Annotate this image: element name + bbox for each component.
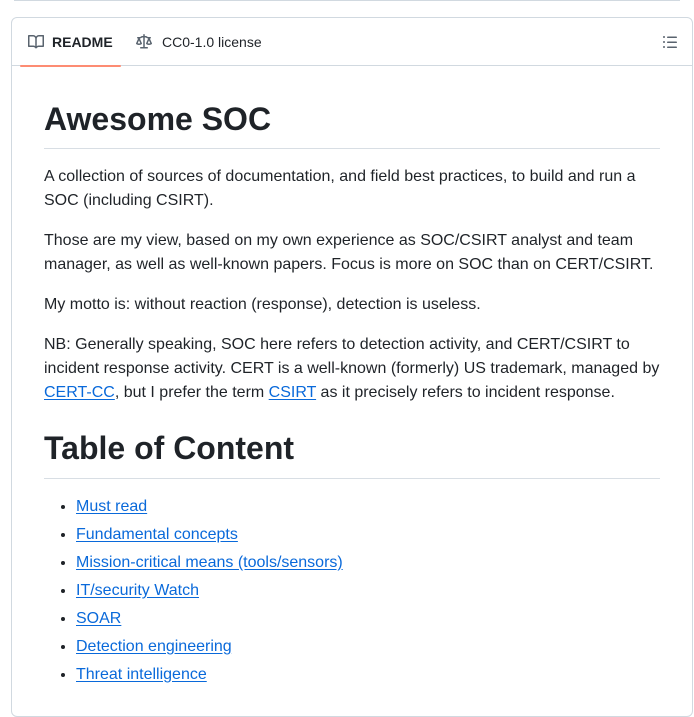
list-item: SOAR [76, 607, 660, 631]
toc-link-threat-intelligence[interactable]: Threat intelligence [76, 666, 207, 683]
readme-tabbar: README CC0-1.0 license [12, 18, 692, 67]
list-unordered-icon [662, 36, 678, 54]
list-item: IT/security Watch [76, 579, 660, 603]
list-item: Fundamental concepts [76, 523, 660, 547]
heading-table-of-content: Table of Content [44, 429, 660, 479]
toc-link-fundamental-concepts[interactable]: Fundamental concepts [76, 526, 238, 543]
tab-license[interactable]: CC0-1.0 license [136, 18, 262, 66]
list-item: Detection engineering [76, 635, 660, 659]
list-item: Threat intelligence [76, 663, 660, 687]
toc-link-it-security-watch[interactable]: IT/security Watch [76, 582, 199, 599]
book-icon [28, 34, 44, 50]
list-item: Must read [76, 495, 660, 519]
toc-link-soar[interactable]: SOAR [76, 610, 121, 627]
tab-readme[interactable]: README [20, 18, 121, 67]
intro-paragraph: A collection of sources of documentation… [44, 168, 636, 210]
readme-box: README CC0-1.0 license Awesome SOC A col… [11, 17, 693, 717]
top-divider [14, 0, 680, 1]
tab-readme-label: README [52, 34, 113, 50]
nb-text-3: as it precisely refers to incident respo… [316, 384, 615, 402]
toc-list: Must read Fundamental concepts Mission-c… [44, 495, 660, 687]
nb-text-1: NB: Generally speaking, SOC here refers … [44, 336, 660, 378]
tab-license-label: CC0-1.0 license [162, 34, 262, 50]
outline-menu-button[interactable] [662, 34, 678, 50]
motto-paragraph: My motto is: without reaction (response)… [44, 296, 481, 314]
heading-awesome-soc: Awesome SOC [44, 100, 660, 150]
list-item: Mission-critical means (tools/sensors) [76, 551, 660, 575]
toc-link-must-read[interactable]: Must read [76, 498, 147, 515]
cert-cc-link[interactable]: CERT-CC [44, 384, 115, 401]
toc-link-detection-engineering[interactable]: Detection engineering [76, 638, 232, 655]
view-paragraph: Those are my view, based on my own exper… [44, 232, 654, 274]
csirt-link[interactable]: CSIRT [269, 384, 316, 401]
readme-content: Awesome SOC A collection of sources of d… [12, 100, 692, 687]
toc-link-mission-critical-means[interactable]: Mission-critical means (tools/sensors) [76, 554, 343, 571]
nb-text-2: , but I prefer the term [114, 384, 269, 402]
scale-icon [136, 34, 152, 50]
nb-paragraph: NB: Generally speaking, SOC here refers … [44, 333, 660, 405]
